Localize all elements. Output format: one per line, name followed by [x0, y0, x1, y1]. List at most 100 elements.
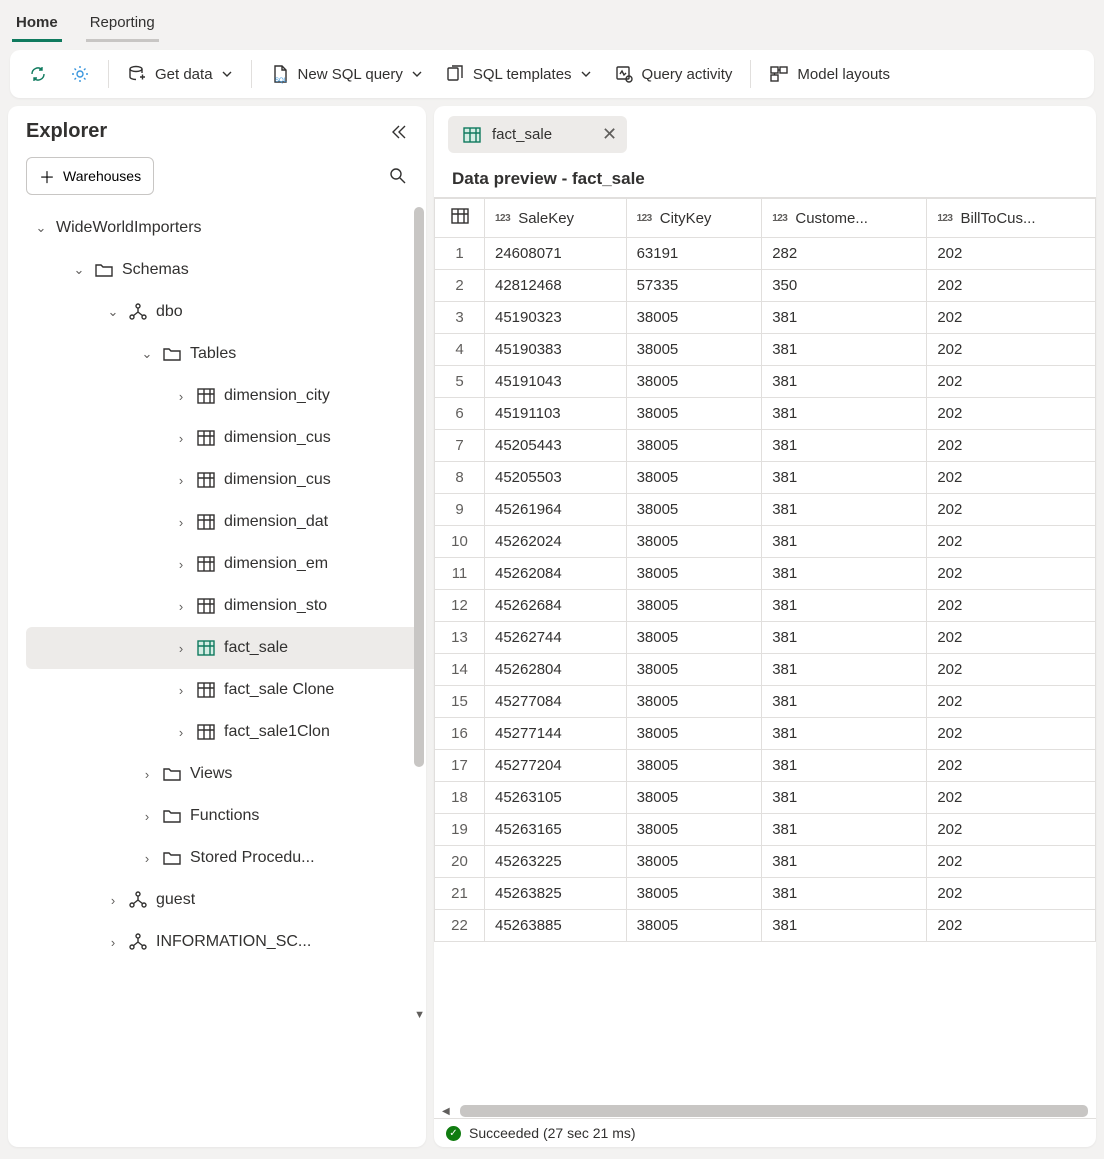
scroll-left-icon[interactable]: ◀ — [442, 1106, 450, 1117]
cell[interactable]: 38005 — [626, 366, 762, 398]
table-row[interactable]: 224526388538005381202 — [435, 910, 1096, 942]
cell[interactable]: 381 — [762, 910, 927, 942]
cell[interactable]: 45262084 — [485, 558, 627, 590]
cell[interactable]: 202 — [927, 302, 1096, 334]
cell[interactable]: 45190323 — [485, 302, 627, 334]
tree-table-2[interactable]: ›dimension_cus — [26, 459, 422, 501]
cell[interactable]: 38005 — [626, 814, 762, 846]
cell[interactable]: 45263825 — [485, 878, 627, 910]
cell[interactable]: 202 — [927, 750, 1096, 782]
tab-home[interactable]: Home — [12, 8, 62, 42]
cell[interactable]: 381 — [762, 750, 927, 782]
cell[interactable]: 202 — [927, 334, 1096, 366]
table-row[interactable]: 164527714438005381202 — [435, 718, 1096, 750]
cell[interactable]: 45263885 — [485, 910, 627, 942]
cell[interactable]: 45191043 — [485, 366, 627, 398]
cell[interactable]: 38005 — [626, 398, 762, 430]
cell[interactable]: 381 — [762, 686, 927, 718]
cell[interactable]: 381 — [762, 558, 927, 590]
cell[interactable]: 381 — [762, 718, 927, 750]
cell[interactable]: 38005 — [626, 910, 762, 942]
cell[interactable]: 202 — [927, 526, 1096, 558]
row-number-header[interactable] — [435, 199, 485, 238]
cell[interactable]: 202 — [927, 366, 1096, 398]
cell[interactable]: 350 — [762, 270, 927, 302]
cell[interactable]: 38005 — [626, 686, 762, 718]
collapse-panel-icon[interactable] — [388, 122, 408, 142]
table-row[interactable]: 44519038338005381202 — [435, 334, 1096, 366]
tree-schema-dbo[interactable]: ⌄dbo — [26, 291, 422, 333]
cell[interactable]: 45190383 — [485, 334, 627, 366]
cell[interactable]: 45262024 — [485, 526, 627, 558]
get-data-button[interactable]: Get data — [119, 58, 241, 90]
cell[interactable]: 38005 — [626, 494, 762, 526]
scroll-down-icon[interactable]: ▼ — [414, 1009, 425, 1021]
new-sql-button[interactable]: SQL New SQL query — [262, 58, 431, 90]
cell[interactable]: 202 — [927, 558, 1096, 590]
cell[interactable]: 381 — [762, 526, 927, 558]
cell[interactable]: 38005 — [626, 846, 762, 878]
cell[interactable]: 38005 — [626, 430, 762, 462]
table-row[interactable]: 12460807163191282202 — [435, 238, 1096, 270]
model-layouts-button[interactable]: Model layouts — [761, 58, 898, 90]
cell[interactable]: 45191103 — [485, 398, 627, 430]
cell[interactable]: 202 — [927, 718, 1096, 750]
tree-table-0[interactable]: ›dimension_city — [26, 375, 422, 417]
cell[interactable]: 38005 — [626, 302, 762, 334]
table-row[interactable]: 34519032338005381202 — [435, 302, 1096, 334]
file-tab[interactable]: fact_sale ✕ — [448, 116, 627, 153]
close-icon[interactable]: ✕ — [602, 124, 617, 145]
tree-table-5[interactable]: ›dimension_sto — [26, 585, 422, 627]
table-row[interactable]: 124526268438005381202 — [435, 590, 1096, 622]
table-row[interactable]: 64519110338005381202 — [435, 398, 1096, 430]
cell[interactable]: 38005 — [626, 462, 762, 494]
cell[interactable]: 38005 — [626, 334, 762, 366]
cell[interactable]: 202 — [927, 462, 1096, 494]
table-row[interactable]: 114526208438005381202 — [435, 558, 1096, 590]
cell[interactable]: 38005 — [626, 558, 762, 590]
cell[interactable]: 202 — [927, 238, 1096, 270]
cell[interactable]: 45261964 — [485, 494, 627, 526]
cell[interactable]: 45277144 — [485, 718, 627, 750]
tree-functions[interactable]: ›Functions — [26, 795, 422, 837]
column-header[interactable]: 123SaleKey — [485, 199, 627, 238]
query-activity-button[interactable]: Query activity — [606, 58, 741, 90]
cell[interactable]: 38005 — [626, 750, 762, 782]
cell[interactable]: 202 — [927, 654, 1096, 686]
table-row[interactable]: 154527708438005381202 — [435, 686, 1096, 718]
cell[interactable]: 202 — [927, 878, 1096, 910]
cell[interactable]: 38005 — [626, 654, 762, 686]
tree-schemas[interactable]: ⌄Schemas — [26, 249, 422, 291]
cell[interactable]: 45277204 — [485, 750, 627, 782]
cell[interactable]: 282 — [762, 238, 927, 270]
search-icon[interactable] — [388, 166, 408, 186]
cell[interactable]: 202 — [927, 270, 1096, 302]
cell[interactable]: 202 — [927, 494, 1096, 526]
tree-table-8[interactable]: ›fact_sale1Clon — [26, 711, 422, 753]
table-row[interactable]: 214526382538005381202 — [435, 878, 1096, 910]
table-row[interactable]: 54519104338005381202 — [435, 366, 1096, 398]
cell[interactable]: 42812468 — [485, 270, 627, 302]
cell[interactable]: 381 — [762, 622, 927, 654]
cell[interactable]: 45262744 — [485, 622, 627, 654]
cell[interactable]: 38005 — [626, 782, 762, 814]
cell[interactable]: 45277084 — [485, 686, 627, 718]
cell[interactable]: 381 — [762, 366, 927, 398]
data-grid[interactable]: 123SaleKey123CityKey123Custome...123Bill… — [434, 197, 1096, 1104]
tree-table-7[interactable]: ›fact_sale Clone — [26, 669, 422, 711]
cell[interactable]: 38005 — [626, 526, 762, 558]
table-row[interactable]: 24281246857335350202 — [435, 270, 1096, 302]
tree-table-1[interactable]: ›dimension_cus — [26, 417, 422, 459]
tab-reporting[interactable]: Reporting — [86, 8, 159, 42]
cell[interactable]: 381 — [762, 782, 927, 814]
column-header[interactable]: 123Custome... — [762, 199, 927, 238]
tree-tables[interactable]: ⌄Tables — [26, 333, 422, 375]
cell[interactable]: 45262684 — [485, 590, 627, 622]
cell[interactable]: 38005 — [626, 590, 762, 622]
cell[interactable]: 202 — [927, 846, 1096, 878]
cell[interactable]: 381 — [762, 494, 927, 526]
tree-table-4[interactable]: ›dimension_em — [26, 543, 422, 585]
cell[interactable]: 57335 — [626, 270, 762, 302]
cell[interactable]: 381 — [762, 878, 927, 910]
cell[interactable]: 202 — [927, 910, 1096, 942]
